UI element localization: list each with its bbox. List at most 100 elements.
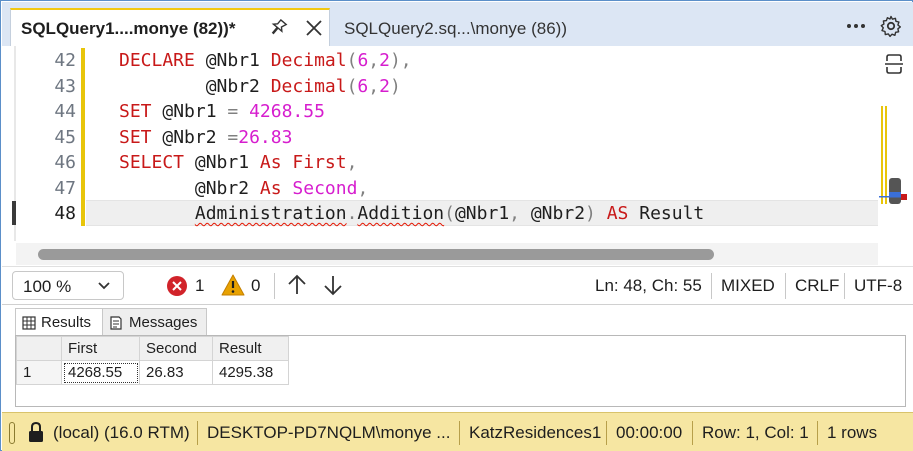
code-token: DECLARE <box>119 50 206 71</box>
chevron-down-icon <box>98 282 110 290</box>
messages-icon <box>110 316 122 330</box>
tab-sqlquery2[interactable]: SQLQuery2.sq...\monye (86)) <box>336 9 598 47</box>
code-token: ( <box>346 75 358 97</box>
database-name: KatzResidences1 <box>469 423 602 442</box>
divider <box>197 421 198 445</box>
code-token: , <box>357 177 369 199</box>
tab-messages[interactable]: Messages <box>102 308 207 335</box>
divider <box>817 421 818 445</box>
warning-icon[interactable] <box>221 274 245 296</box>
code-token: 2 <box>379 50 390 71</box>
code-line[interactable]: Administration.Addition(@Nbr1, @Nbr2) AS… <box>119 201 704 227</box>
arrow-up-icon[interactable] <box>286 273 308 297</box>
code-token: As <box>259 177 293 199</box>
divider <box>274 273 275 299</box>
line-number: 43 <box>54 75 76 97</box>
pin-icon[interactable] <box>267 17 289 39</box>
editor-status-bar: 100 % 1 0 Ln: 48, Ch: 55 MIXED CRLF UTF-… <box>2 266 913 304</box>
query-editor[interactable]: 42 43 44 45 46 47 48 DECLARE @Nbr1 Decimal(6,2… <box>2 46 913 266</box>
user-name: DESKTOP-PD7NQLM\monye ... <box>207 423 451 442</box>
code-token: , <box>368 50 380 71</box>
code-line[interactable]: @Nbr2 Decimal(6,2) <box>119 74 401 100</box>
column-header[interactable]: Second <box>139 336 213 361</box>
code-token: 6 <box>357 75 369 97</box>
cell-second[interactable]: 26.83 <box>139 360 213 385</box>
code-line[interactable]: SET @Nbr2 =26.83 <box>119 125 292 151</box>
code-token: , <box>368 75 380 97</box>
tab-title: SQLQuery2.sq...\monye (86)) <box>344 19 567 38</box>
code-token: ), <box>389 50 412 71</box>
code-line[interactable]: SET @Nbr1 = 4268.55 <box>119 99 325 125</box>
lock-icon <box>29 421 43 442</box>
tab-results[interactable]: Results <box>15 308 103 335</box>
code-token: . <box>346 203 358 224</box>
divider <box>459 421 460 445</box>
line-number: 48 <box>54 203 76 224</box>
corner-cell[interactable] <box>16 336 62 361</box>
error-icon[interactable] <box>166 275 188 297</box>
code-token: First <box>292 152 347 173</box>
encoding[interactable]: UTF-8 <box>854 276 902 296</box>
arrow-down-icon[interactable] <box>322 273 344 297</box>
code-token: @Nbr2 <box>530 203 586 224</box>
row-number[interactable]: 1 <box>16 360 62 385</box>
code-token: Decimal <box>270 75 347 97</box>
code-token: @Nbr2 <box>162 126 228 148</box>
code-token: , <box>346 152 358 173</box>
tab-title: SQLQuery1....monye (82))* <box>21 19 236 38</box>
code-token: Decimal <box>270 50 347 71</box>
divider <box>606 421 607 445</box>
code-token: Second <box>292 177 358 199</box>
results-table: First Second Result 1 4268.55 26.83 4295… <box>16 336 289 385</box>
more-options-icon[interactable] <box>844 14 868 38</box>
zoom-dropdown[interactable]: 100 % <box>12 271 124 300</box>
code-line[interactable]: @Nbr2 As Second, <box>119 176 368 202</box>
tab-label: Messages <box>129 314 198 331</box>
server-name: (local) (16.0 RTM) <box>53 423 190 442</box>
code-token: ) <box>389 75 401 97</box>
tab-sqlquery1[interactable]: SQLQuery1....monye (82))* <box>10 8 330 47</box>
code-token: @Nbr1 <box>194 152 260 173</box>
cell-first[interactable]: 4268.55 <box>61 360 140 385</box>
column-header[interactable]: Result <box>212 336 289 361</box>
code-token: Addition <box>357 203 445 224</box>
code-token: SET <box>119 126 163 148</box>
horizontal-scroll-thumb[interactable] <box>38 249 714 260</box>
results-pane: Results Messages First Second Result 1 4… <box>2 304 913 412</box>
change-tracking-bar <box>81 200 85 226</box>
grid-icon <box>22 316 36 330</box>
line-number: 44 <box>54 101 76 122</box>
divider <box>711 273 712 299</box>
connection-status-bar: (local) (16.0 RTM) DESKTOP-PD7NQLM\monye… <box>2 412 913 451</box>
column-header[interactable]: First <box>61 336 140 361</box>
warning-count: 0 <box>251 276 261 295</box>
divider <box>844 273 845 299</box>
vertical-scrollbar-map[interactable] <box>879 104 907 206</box>
cursor-position[interactable]: Ln: 48, Ch: 55 <box>595 276 702 296</box>
code-token: SELECT <box>119 152 195 173</box>
cell-result[interactable]: 4295.38 <box>212 360 289 385</box>
line-ending[interactable]: CRLF <box>795 276 839 296</box>
code-token: = <box>227 101 250 122</box>
code-token: ) <box>585 203 607 224</box>
code-token: @Nbr1 <box>205 50 271 71</box>
code-token: 4268.55 <box>249 101 325 122</box>
close-icon[interactable] <box>303 17 325 39</box>
editor-mode[interactable]: MIXED <box>721 276 775 296</box>
code-token: Administration <box>194 203 347 224</box>
code-line[interactable]: SELECT @Nbr1 As First, <box>119 150 357 176</box>
app-window: SQLQuery1....monye (82))* SQLQuery2.sq..… <box>0 0 913 451</box>
results-grid[interactable]: First Second Result 1 4268.55 26.83 4295… <box>15 335 906 407</box>
table-row[interactable]: 1 4268.55 26.83 4295.38 <box>16 360 289 385</box>
gear-icon[interactable] <box>879 14 903 38</box>
error-count: 1 <box>195 276 205 295</box>
row-col-position: Row: 1, Col: 1 <box>702 423 809 442</box>
code-token: @Nbr1 <box>454 203 510 224</box>
code-token: 26.83 <box>238 126 293 148</box>
code-token: = <box>227 126 239 148</box>
code-line[interactable]: DECLARE @Nbr1 Decimal(6,2), <box>119 48 412 74</box>
code-token: ( <box>346 50 358 71</box>
split-editor-icon[interactable] <box>882 52 906 76</box>
line-number: 46 <box>54 152 76 173</box>
